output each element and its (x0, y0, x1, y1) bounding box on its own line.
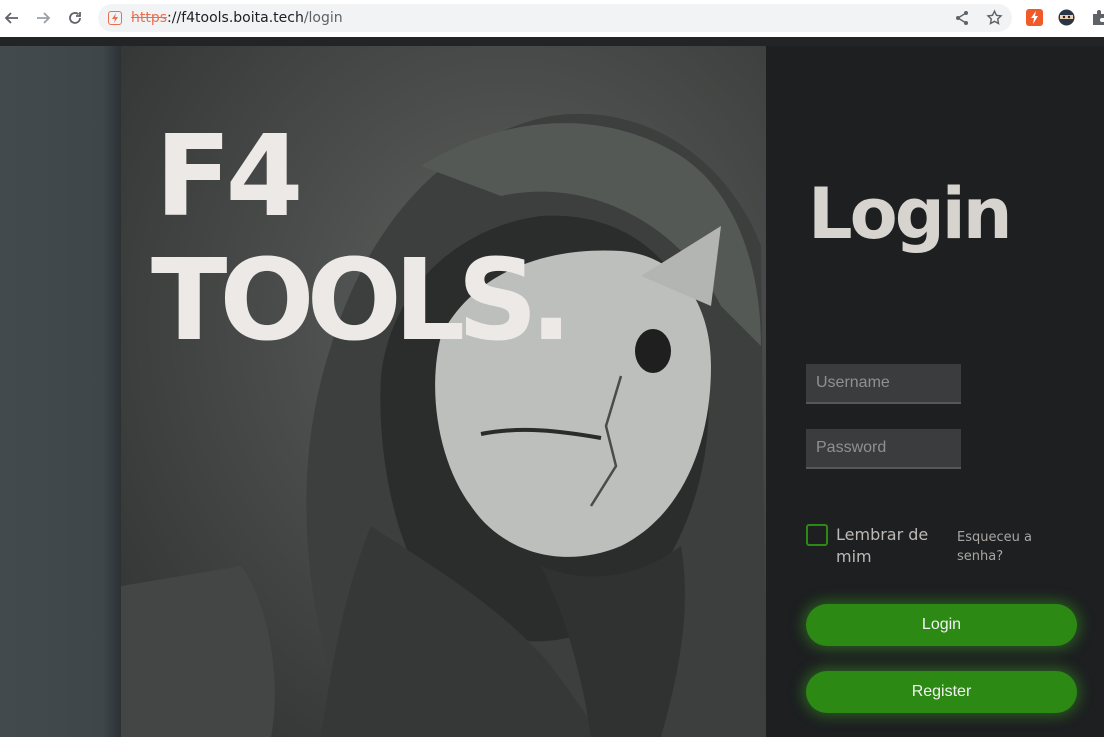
brand-title-line1: F4 (155, 112, 303, 242)
url-text: https://f4tools.boita.tech/login (131, 10, 343, 26)
share-icon[interactable] (954, 10, 970, 30)
site-info-icon[interactable] (108, 11, 122, 25)
back-arrow-icon[interactable] (1, 7, 23, 29)
extension-orange-icon[interactable] (1026, 9, 1043, 26)
address-bar[interactable]: https://f4tools.boita.tech/login (98, 4, 1012, 32)
left-backdrop (0, 46, 121, 737)
username-input[interactable] (806, 364, 961, 404)
login-heading: Login (808, 173, 1013, 255)
toolbar-divider (0, 37, 1104, 46)
remember-me-checkbox[interactable] (806, 524, 828, 546)
brand-title-line2: TOOLS. (151, 236, 572, 366)
remember-me-label: Lembrar de mim (836, 525, 929, 566)
hero-artwork: F4 TOOLS. (121, 46, 766, 737)
forward-arrow-icon[interactable] (32, 7, 54, 29)
password-input[interactable] (806, 429, 961, 469)
extensions-puzzle-icon[interactable] (1090, 9, 1104, 26)
bookmark-star-icon[interactable] (986, 9, 1003, 30)
reload-icon[interactable] (64, 7, 86, 29)
extension-ninja-icon[interactable] (1058, 9, 1075, 26)
login-button[interactable]: Login (806, 604, 1077, 646)
login-page: F4 TOOLS. Login Lembrar de mim Esqueceu … (0, 46, 1104, 737)
browser-toolbar: https://f4tools.boita.tech/login (0, 0, 1104, 37)
forgot-password-link[interactable]: Esqueceu a senha? (957, 528, 1057, 566)
login-panel: Login Lembrar de mim Esqueceu a senha? L… (766, 46, 1104, 737)
register-button[interactable]: Register (806, 671, 1077, 713)
